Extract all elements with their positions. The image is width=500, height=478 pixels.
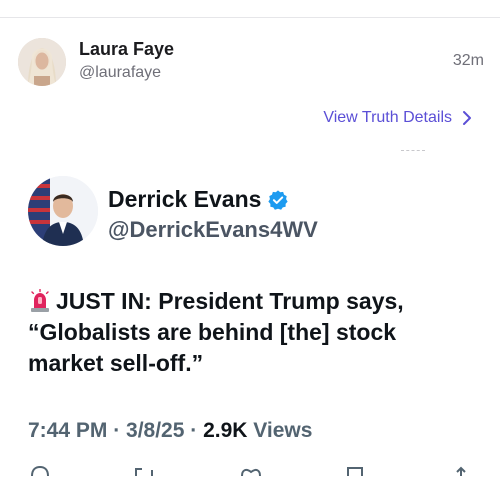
embed-avatar-image bbox=[28, 176, 98, 246]
reply-icon[interactable] bbox=[30, 466, 50, 476]
post-header: Laura Faye @laurafaye 32m bbox=[18, 38, 484, 88]
embed-post-text: JUST IN: President Trump says, “Globalis… bbox=[28, 286, 468, 379]
embed-views-count: 2.9K bbox=[203, 419, 248, 442]
dash-divider bbox=[401, 150, 425, 151]
view-truth-details-link[interactable]: View Truth Details bbox=[323, 109, 472, 127]
author-avatar-image bbox=[18, 38, 66, 86]
embed-post-body: JUST IN: President Trump says, “Globalis… bbox=[28, 288, 404, 376]
post-time: 32m bbox=[452, 52, 484, 69]
bookmark-icon[interactable] bbox=[346, 466, 364, 476]
top-divider bbox=[0, 17, 500, 18]
like-icon[interactable] bbox=[240, 466, 262, 476]
verified-badge-icon bbox=[268, 189, 289, 210]
author-handle[interactable]: @laurafaye bbox=[79, 64, 161, 82]
embed-author-avatar[interactable] bbox=[28, 176, 98, 246]
embed-action-row bbox=[28, 466, 488, 478]
embed-meta: 7:44 PM · 3/8/25 · 2.9K Views bbox=[28, 419, 312, 443]
chevron-right-icon bbox=[463, 111, 471, 125]
embed-author-name[interactable]: Derrick Evans bbox=[108, 186, 261, 213]
author-avatar[interactable] bbox=[18, 38, 66, 86]
embed-name-row: Derrick Evans bbox=[108, 186, 289, 213]
siren-icon bbox=[31, 289, 49, 312]
embed-timestamp: 7:44 PM · 3/8/25 · bbox=[28, 419, 204, 442]
author-name[interactable]: Laura Faye bbox=[79, 39, 174, 60]
repost-icon[interactable] bbox=[132, 466, 156, 476]
embedded-post[interactable]: Derrick Evans @DerrickEvans4WV JUST IN: … bbox=[28, 176, 488, 476]
view-truth-details-label: View Truth Details bbox=[323, 109, 452, 126]
embed-views-label: Views bbox=[253, 419, 313, 442]
embed-author-handle[interactable]: @DerrickEvans4WV bbox=[108, 217, 318, 243]
share-icon[interactable] bbox=[454, 466, 468, 476]
